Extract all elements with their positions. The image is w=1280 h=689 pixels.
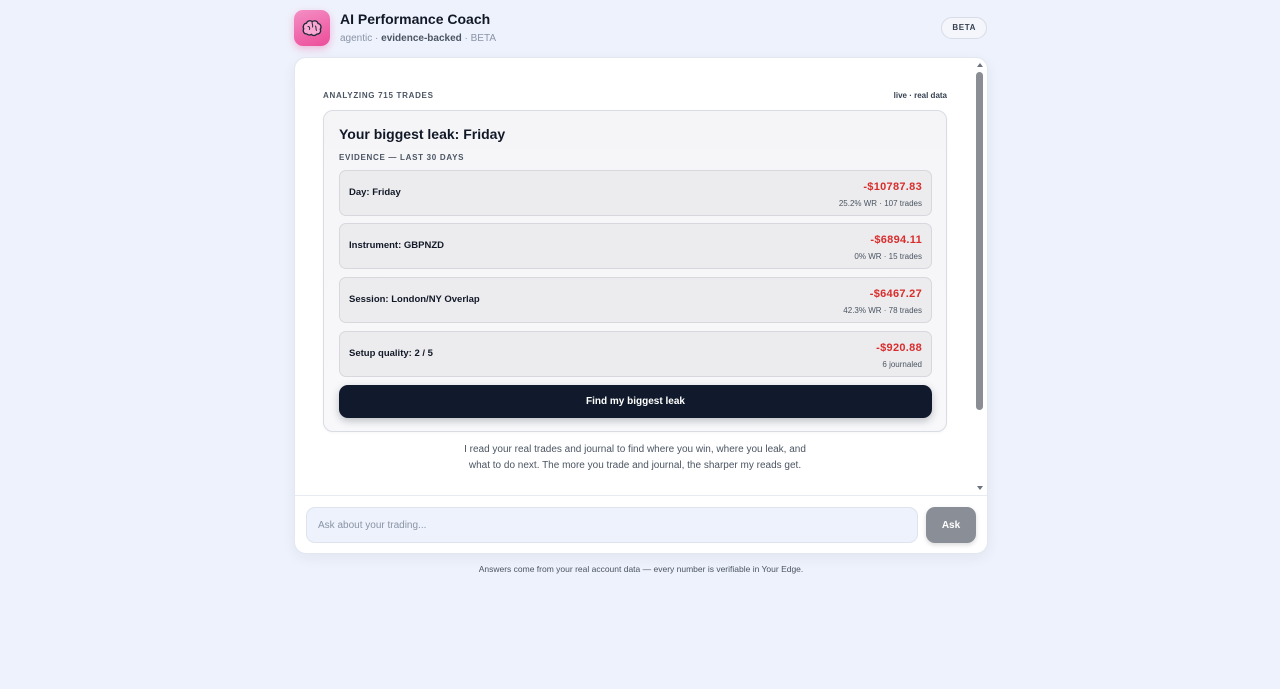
conversation-scrollbar[interactable] bbox=[973, 58, 987, 495]
leak-title: Your biggest leak: Friday bbox=[339, 126, 506, 142]
find-biggest-leak-button[interactable]: Find my biggest leak bbox=[339, 385, 932, 418]
app-title: AI Performance Coach bbox=[340, 11, 491, 27]
evidence-amount: -$6894.11 bbox=[870, 234, 922, 246]
evidence-amount: -$10787.83 bbox=[863, 181, 922, 193]
footer-note: Answers come from your real account data… bbox=[478, 564, 804, 574]
coach-header: AI Performance Coach agentic · evidence-… bbox=[294, 10, 988, 48]
coach-card: ANALYZING 715 TRADES live · real data Yo… bbox=[294, 57, 988, 554]
evidence-label-text: Instrument: GBPNZD bbox=[349, 240, 444, 251]
analyzing-label: ANALYZING 715 TRADES bbox=[323, 91, 434, 100]
scroll-up-arrow-icon[interactable] bbox=[977, 63, 983, 67]
evidence-label-text: Session: London/NY Overlap bbox=[349, 294, 480, 305]
evidence-label-text: Setup quality: 2 / 5 bbox=[349, 348, 433, 359]
evidence-label: EVIDENCE — LAST 30 DAYS bbox=[339, 153, 465, 162]
evidence-detail: 42.3% WR · 78 trades bbox=[843, 306, 922, 315]
evidence-row-setup-quality: Setup quality: 2 / 5 -$920.88 6 journale… bbox=[339, 331, 932, 377]
evidence-detail: 0% WR · 15 trades bbox=[854, 252, 922, 261]
brain-icon bbox=[294, 10, 330, 46]
evidence-amount: -$920.88 bbox=[876, 342, 922, 354]
evidence-row-session: Session: London/NY Overlap -$6467.27 42.… bbox=[339, 277, 932, 323]
evidence-row-day: Day: Friday -$10787.83 25.2% WR · 107 tr… bbox=[339, 170, 932, 216]
ask-composer: Ask bbox=[295, 495, 987, 553]
subtitle-suffix: · BETA bbox=[464, 33, 497, 44]
ask-input[interactable] bbox=[306, 507, 918, 543]
scrollbar-thumb[interactable] bbox=[976, 72, 983, 410]
evidence-detail: 6 journaled bbox=[882, 360, 922, 369]
coach-intro-text: I read your real trades and journal to f… bbox=[464, 444, 806, 471]
evidence-amount: -$6467.27 bbox=[869, 288, 922, 300]
evidence-detail: 25.2% WR · 107 trades bbox=[838, 199, 922, 208]
scroll-down-arrow-icon[interactable] bbox=[977, 486, 983, 490]
subtitle-highlight: evidence-backed bbox=[381, 33, 462, 44]
ask-button[interactable]: Ask bbox=[926, 507, 976, 543]
app-subtitle: agentic · evidence-backed · BETA bbox=[340, 33, 496, 44]
conversation-area[interactable]: ANALYZING 715 TRADES live · real data Yo… bbox=[295, 58, 975, 495]
evidence-row-instrument: Instrument: GBPNZD -$6894.11 0% WR · 15 … bbox=[339, 223, 932, 269]
subtitle-prefix: agentic · bbox=[340, 33, 379, 44]
beta-badge: BETA bbox=[941, 17, 987, 39]
evidence-label-text: Day: Friday bbox=[349, 187, 401, 198]
biggest-leak-panel: Your biggest leak: Friday EVIDENCE — LAS… bbox=[323, 110, 947, 432]
live-data-label: live · real data bbox=[893, 91, 947, 100]
